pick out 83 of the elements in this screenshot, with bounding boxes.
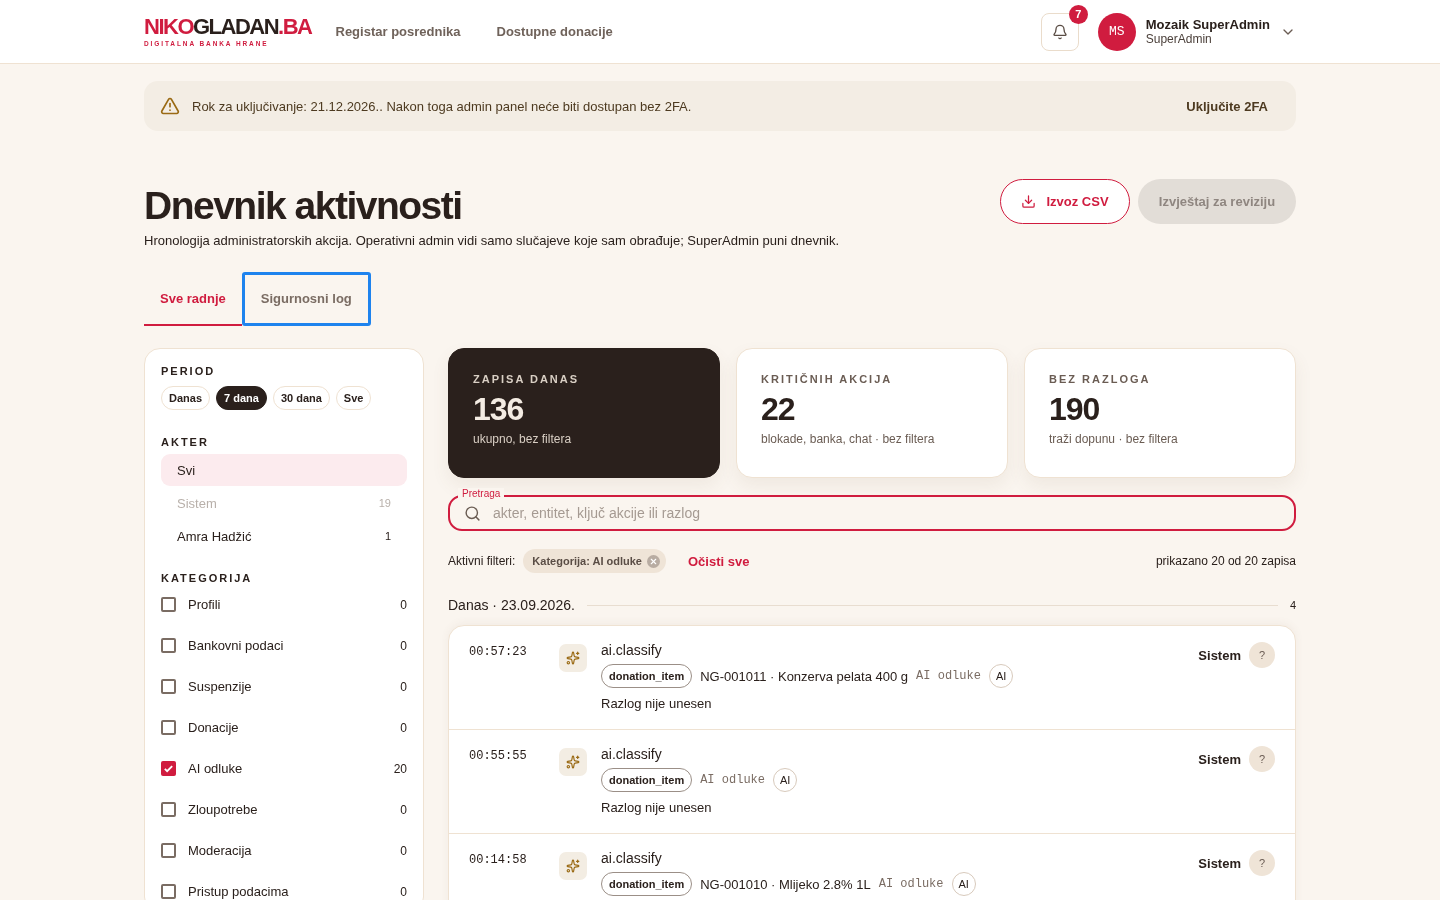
entry-reason: Razlog nije unesen [601, 696, 713, 711]
category-option[interactable]: Donacije 0 [161, 707, 407, 748]
actor-item[interactable]: Svi [161, 454, 407, 486]
entry-time: 00:55:55 [469, 749, 528, 763]
sparkles-icon [559, 748, 587, 776]
action-key: ai.classify [601, 642, 1199, 658]
actor-avatar: ? [1249, 850, 1275, 876]
stat-value: 136 [473, 391, 524, 428]
category-tag: AI odluke [916, 669, 981, 683]
entry-actor: Sistem [1198, 751, 1241, 767]
results-summary: prikazano 20 od 20 zapisa [1155, 554, 1296, 568]
notifications-button[interactable] [1040, 12, 1079, 51]
stat-label: ZAPISA DANAS [473, 373, 580, 385]
action-key: ai.classify [601, 746, 1199, 762]
category-option[interactable]: Bankovni podaci 0 [161, 625, 407, 666]
notification-count: 7 [1068, 4, 1088, 24]
filters-label: Aktivni filteri: [448, 554, 516, 568]
action-key: ai.classify [601, 850, 1199, 866]
checkbox[interactable] [161, 884, 176, 899]
checkbox[interactable] [161, 597, 176, 612]
stat-note: ukupno, bez filtera [473, 432, 572, 446]
checkbox[interactable] [161, 679, 176, 694]
tab[interactable]: Sve radnje [144, 272, 242, 326]
day-count: 4 [1289, 599, 1296, 611]
section-title: AKTER [161, 436, 210, 448]
sparkles-icon [559, 852, 587, 880]
stat-label: KRITIČNIH AKCIJA [761, 373, 893, 385]
entity-name: NG-001011 · Konzerva pelata 400 g [700, 668, 909, 684]
clear-all-link[interactable]: Očisti sve [687, 553, 750, 569]
category-tag: AI odluke [700, 773, 765, 787]
filter-chip[interactable]: Kategorija: AI odluke [523, 549, 666, 573]
section-title: KATEGORIJA [161, 572, 254, 584]
entity-name: NG-001010 · Mlijeko 2.8% 1L [700, 876, 871, 892]
enable-2fa-button[interactable]: Uključite 2FA [1180, 97, 1274, 115]
search-icon [464, 504, 481, 522]
search-input[interactable]: akter, entitet, ključ akcije ili razlog [491, 504, 1280, 522]
category-option[interactable]: Suspenzije 0 [161, 666, 407, 707]
actor-avatar: ? [1249, 746, 1275, 772]
page-subtitle: Hronologija administratorskih akcija. Operativni admin vidi samo slučajeve koje sam obrađuje; SuperAdmin puni dnevnik. [144, 233, 841, 248]
checkbox[interactable] [161, 720, 176, 735]
actor-item[interactable]: Amra Hadžić 1 [161, 520, 407, 552]
category-option[interactable]: Moderacija 0 [161, 830, 407, 871]
section-title: PERIOD [161, 365, 217, 377]
tab[interactable]: Sigurnosni log [241, 272, 371, 326]
category-option[interactable]: Zloupotrebe 0 [161, 789, 407, 830]
stat-note: traži dopunu · bez filtera [1049, 432, 1178, 446]
period-option[interactable]: 30 dana [272, 386, 330, 410]
entry-time: 00:14:58 [469, 853, 528, 867]
stat-label: BEZ RAZLOGA [1049, 373, 1151, 385]
nav-link[interactable]: Dostupne donacije [496, 24, 613, 39]
sparkles-icon [559, 644, 587, 672]
bell-icon [1051, 23, 1068, 40]
banner-text: Rok za uključivanje: 21.12.2026.. Nakon toga admin panel neće biti dostupan bez 2FA. [192, 98, 693, 114]
stat-value: 22 [761, 391, 795, 428]
warning-icon [160, 96, 180, 116]
page-title: Dnevnik aktivnosti [144, 183, 463, 229]
entry-actor: Sistem [1198, 855, 1241, 871]
user-name: Mozaik SuperAdmin [1145, 17, 1270, 32]
entry-time: 00:57:23 [469, 645, 528, 659]
download-icon [1021, 194, 1037, 209]
period-option[interactable]: Danas [161, 386, 211, 410]
field-label: Pretraga [458, 488, 505, 500]
category-option[interactable]: Profili 0 [161, 584, 407, 625]
check-icon [163, 763, 174, 774]
actor-avatar: ? [1249, 642, 1275, 668]
period-option[interactable]: 7 dana [216, 386, 267, 410]
entry-actor: Sistem [1198, 647, 1241, 663]
checkbox[interactable] [161, 802, 176, 817]
category-tag: AI odluke [878, 877, 944, 891]
checkbox[interactable] [161, 638, 176, 653]
user-role: SuperAdmin [1145, 32, 1213, 46]
period-option[interactable]: Sve [335, 386, 372, 410]
category-option[interactable]: Pristup podacima 0 [161, 871, 407, 900]
category-option[interactable]: AI odluke 20 [161, 748, 407, 789]
stat-value: 190 [1049, 391, 1100, 428]
nav-link[interactable]: Registar posrednika [335, 24, 461, 39]
entry-reason: Razlog nije unesen [601, 800, 713, 815]
checkbox[interactable] [161, 843, 176, 858]
checkbox[interactable] [161, 761, 176, 776]
user-avatar[interactable]: MS [1097, 12, 1136, 51]
day-heading: Danas · 23.09.2026. [448, 597, 575, 613]
stat-note: blokade, banka, chat · bez filtera [761, 432, 935, 446]
export-button[interactable]: Izvoz CSV [1000, 179, 1130, 224]
